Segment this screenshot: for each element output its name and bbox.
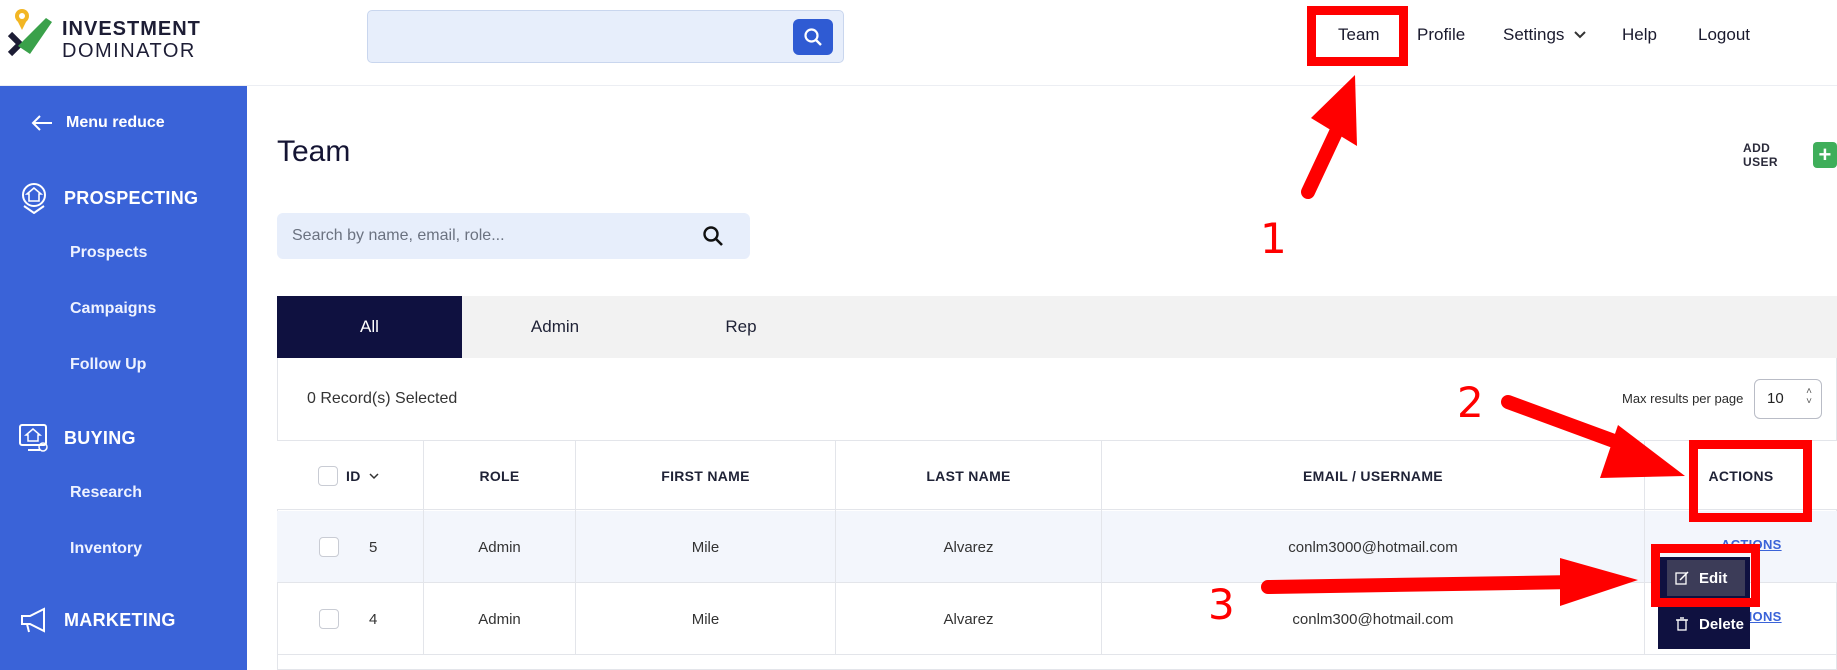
arrow-3 <box>1261 575 1582 594</box>
annotation-number-2: 2 <box>1457 378 1484 427</box>
arrow-2-head <box>1600 425 1685 478</box>
annotation-number-3: 3 <box>1208 580 1235 629</box>
annotation-number-1: 1 <box>1260 214 1287 263</box>
annotation-arrows <box>1261 75 1685 606</box>
arrow-3-head <box>1560 558 1638 606</box>
